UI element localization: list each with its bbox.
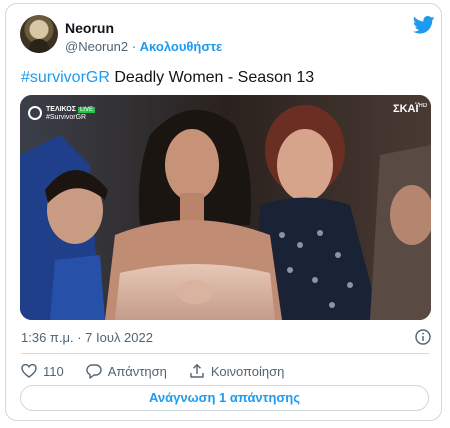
tweet-media-image[interactable]: ΤΕΛΙΚΟΣ LIVE #SurvivorGR ΣΚΑΪHD — [20, 95, 431, 320]
heart-icon — [21, 363, 37, 378]
share-label: Κοινοποίηση — [210, 363, 285, 379]
author-handle-line: @Neorun2 · Ακολουθήστε — [65, 39, 222, 54]
follow-link[interactable]: Ακολουθήστε — [140, 39, 223, 54]
hashtag-link[interactable]: #survivorGR — [21, 69, 110, 86]
reply-label: Απάντηση — [107, 363, 167, 379]
overlay-hashtag: #SurvivorGR — [46, 114, 87, 121]
channel-logo-text: ΣΚΑΪ — [393, 103, 419, 115]
tweet-card: Neorun @Neorun2 · Ακολουθήστε #survivorG… — [5, 3, 442, 421]
media-scene — [20, 95, 431, 320]
tweet-actions: 110 Απάντηση Κοινοποίηση — [21, 361, 306, 381]
overlay-live-title: ΤΕΛΙΚΟΣ — [46, 106, 76, 113]
reply-icon — [86, 364, 102, 379]
reply-button[interactable]: Απάντηση — [86, 363, 167, 379]
author-display-name[interactable]: Neorun — [65, 20, 114, 36]
like-button[interactable]: 110 — [21, 363, 64, 379]
separator: · — [131, 39, 137, 54]
tweet-text: #survivorGR Deadly Women - Season 13 — [21, 69, 314, 87]
tweet-body: Deadly Women - Season 13 — [109, 69, 315, 86]
broadcast-logo-icon — [28, 105, 42, 120]
live-badge: LIVE — [77, 107, 95, 113]
info-icon[interactable] — [415, 329, 431, 345]
broadcast-overlay: ΤΕΛΙΚΟΣ LIVE #SurvivorGR — [28, 103, 95, 122]
share-button[interactable]: Κοινοποίηση — [189, 363, 285, 379]
tweet-timestamp[interactable]: 1:36 π.μ. · 7 Ιουλ 2022 — [21, 330, 153, 345]
main-person-face — [165, 129, 219, 201]
like-count: 110 — [43, 363, 64, 379]
twitter-logo-icon[interactable] — [413, 16, 435, 34]
author-handle[interactable]: @Neorun2 — [65, 39, 128, 54]
channel-logo-suffix: HD — [418, 103, 428, 110]
channel-logo: ΣΚΑΪHD — [393, 103, 427, 115]
divider — [21, 353, 429, 354]
read-replies-button[interactable]: Ανάγνωση 1 απάντησης — [20, 385, 429, 411]
share-icon — [190, 364, 204, 378]
avatar[interactable] — [20, 15, 58, 53]
